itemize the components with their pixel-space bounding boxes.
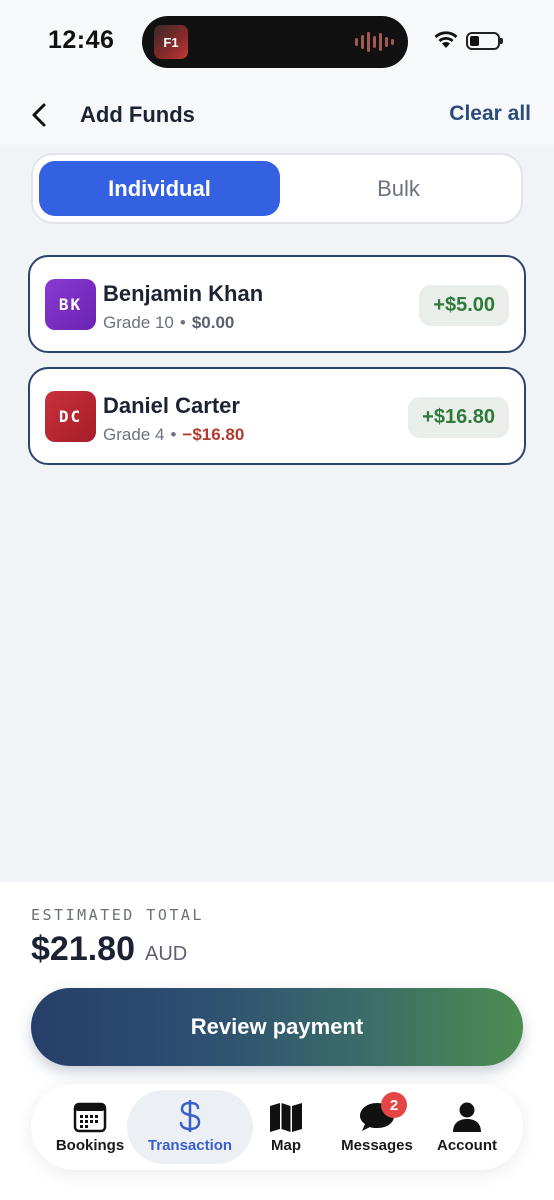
- student-grade: Grade 4: [103, 425, 165, 444]
- student-balance: −$16.80: [182, 425, 245, 444]
- meta-separator: •: [179, 313, 186, 332]
- avatar: BK: [45, 279, 96, 330]
- back-button[interactable]: [26, 100, 56, 130]
- tab-label: Messages: [341, 1137, 413, 1154]
- tab-label: Transaction: [147, 1137, 233, 1154]
- segment-bulk[interactable]: Bulk: [280, 161, 517, 216]
- audio-wave-icon: [355, 31, 394, 53]
- estimated-total-amount: $21.80: [31, 930, 135, 968]
- tab-label: Account: [437, 1137, 497, 1154]
- chevron-left-icon: [32, 103, 46, 127]
- tab-bookings[interactable]: Bookings: [51, 1090, 129, 1164]
- mode-segmented-control: Individual Bulk: [31, 153, 523, 224]
- tab-account[interactable]: Account: [431, 1090, 503, 1164]
- tab-label: Bookings: [55, 1137, 125, 1154]
- dynamic-island[interactable]: F1: [142, 16, 408, 68]
- segment-individual[interactable]: Individual: [39, 161, 280, 216]
- unread-badge: 2: [381, 1092, 407, 1118]
- student-meta: Grade 4 • −$16.80: [103, 425, 244, 445]
- now-playing-app-label: F1: [163, 34, 179, 50]
- estimated-total-label: ESTIMATED TOTAL: [31, 906, 204, 924]
- avatar: DC: [45, 391, 96, 442]
- student-grade: Grade 10: [103, 313, 174, 332]
- student-meta: Grade 10 • $0.00: [103, 313, 234, 333]
- meta-separator: •: [170, 425, 177, 444]
- tab-label: Map: [271, 1137, 301, 1154]
- now-playing-thumbnail: F1: [154, 25, 188, 59]
- person-icon: [453, 1102, 481, 1132]
- dollar-icon: [179, 1100, 201, 1132]
- clear-all-button[interactable]: Clear all: [449, 102, 531, 126]
- student-card[interactable]: BK Benjamin Khan Grade 10 • $0.00 +$5.00: [28, 255, 526, 353]
- review-payment-button[interactable]: Review payment: [31, 988, 523, 1066]
- battery-icon: [466, 32, 503, 50]
- checkout-footer: ESTIMATED TOTAL $21.80 AUD Review paymen…: [0, 882, 554, 1200]
- nav-header: Add Funds Clear all: [0, 82, 554, 146]
- estimated-total: $21.80 AUD: [31, 930, 187, 969]
- currency-code: AUD: [145, 943, 188, 965]
- tab-map[interactable]: Map: [253, 1090, 319, 1164]
- student-name: Daniel Carter: [103, 393, 240, 418]
- student-name: Benjamin Khan: [103, 281, 264, 306]
- status-bar: 12:46 F1: [0, 0, 554, 82]
- tab-messages[interactable]: Messages 2: [335, 1090, 419, 1164]
- bottom-tab-bar: Bookings Transaction Map Messages 2 Acco…: [31, 1084, 523, 1170]
- student-balance: $0.00: [191, 313, 235, 332]
- wifi-icon: [434, 31, 458, 48]
- map-icon: [270, 1103, 302, 1132]
- page-title: Add Funds: [80, 102, 195, 127]
- calendar-icon: [73, 1102, 107, 1133]
- topup-amount-pill[interactable]: +$16.80: [408, 397, 509, 438]
- student-card[interactable]: DC Daniel Carter Grade 4 • −$16.80 +$16.…: [28, 367, 526, 465]
- status-time: 12:46: [48, 26, 115, 54]
- topup-amount-pill[interactable]: +$5.00: [419, 285, 509, 326]
- tab-transaction[interactable]: Transaction: [127, 1090, 253, 1164]
